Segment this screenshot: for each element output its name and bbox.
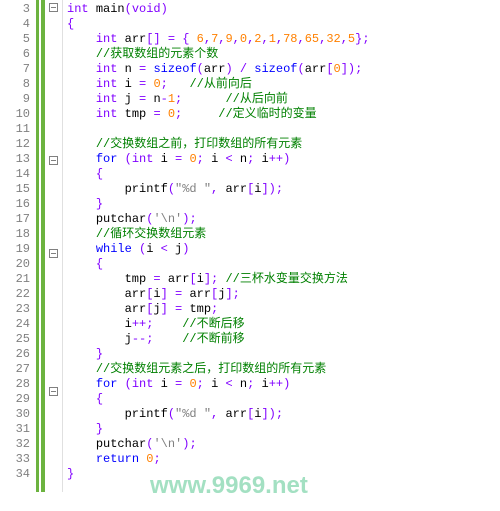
code-line[interactable]: tmp = arr[i]; //三杯水变量交换方法 — [67, 272, 496, 287]
fold-toggle-icon[interactable] — [49, 3, 58, 12]
code-line[interactable]: j--; //不断前移 — [67, 332, 496, 347]
line-number: 31 — [0, 422, 30, 437]
line-number: 6 — [0, 47, 30, 62]
code-line[interactable]: { — [67, 167, 496, 182]
code-line[interactable]: //交换数组之前，打印数组的所有元素 — [67, 137, 496, 152]
line-number: 10 — [0, 107, 30, 122]
line-number: 24 — [0, 317, 30, 332]
line-number: 4 — [0, 17, 30, 32]
code-line[interactable]: } — [67, 197, 496, 212]
line-number: 5 — [0, 32, 30, 47]
fold-toggle-icon[interactable] — [49, 387, 58, 396]
code-line[interactable]: printf("%d ", arr[i]); — [67, 407, 496, 422]
code-line[interactable]: int tmp = 0; //定义临时的变量 — [67, 107, 496, 122]
code-line[interactable]: int main(void) — [67, 2, 496, 17]
code-line[interactable]: arr[i] = arr[j]; — [67, 287, 496, 302]
code-line[interactable]: arr[j] = tmp; — [67, 302, 496, 317]
code-line[interactable]: putchar('\n'); — [67, 212, 496, 227]
line-number: 12 — [0, 137, 30, 152]
line-number: 29 — [0, 392, 30, 407]
line-number-gutter: 3456789101112131415161718192021222324252… — [0, 0, 36, 492]
code-editor: 3456789101112131415161718192021222324252… — [0, 0, 500, 492]
code-line[interactable]: while (i < j) — [67, 242, 496, 257]
code-line[interactable] — [67, 122, 496, 137]
code-line[interactable]: putchar('\n'); — [67, 437, 496, 452]
line-number: 25 — [0, 332, 30, 347]
code-line[interactable]: int n = sizeof(arr) / sizeof(arr[0]); — [67, 62, 496, 77]
code-line[interactable]: { — [67, 392, 496, 407]
line-number: 27 — [0, 362, 30, 377]
code-line[interactable]: for (int i = 0; i < n; i++) — [67, 377, 496, 392]
line-number: 9 — [0, 92, 30, 107]
code-line[interactable]: } — [67, 422, 496, 437]
line-number: 30 — [0, 407, 30, 422]
code-area[interactable]: int main(void){ int arr[] = { 6,7,9,0,2,… — [63, 0, 500, 492]
line-number: 13 — [0, 152, 30, 167]
line-number: 3 — [0, 2, 30, 17]
line-number: 15 — [0, 182, 30, 197]
line-number: 17 — [0, 212, 30, 227]
code-line[interactable]: return 0; — [67, 452, 496, 467]
change-bar — [36, 0, 39, 492]
line-number: 19 — [0, 242, 30, 257]
code-line[interactable]: } — [67, 467, 496, 482]
code-line[interactable]: for (int i = 0; i < n; i++) — [67, 152, 496, 167]
code-line[interactable]: } — [67, 347, 496, 362]
line-number: 11 — [0, 122, 30, 137]
line-number: 16 — [0, 197, 30, 212]
line-number: 22 — [0, 287, 30, 302]
line-number: 32 — [0, 437, 30, 452]
line-number: 7 — [0, 62, 30, 77]
code-line[interactable]: { — [67, 257, 496, 272]
line-number: 20 — [0, 257, 30, 272]
code-line[interactable]: //获取数组的元素个数 — [67, 47, 496, 62]
fold-column — [45, 0, 63, 492]
code-line[interactable]: printf("%d ", arr[i]); — [67, 182, 496, 197]
line-number: 33 — [0, 452, 30, 467]
line-number: 23 — [0, 302, 30, 317]
line-number: 18 — [0, 227, 30, 242]
code-line[interactable]: { — [67, 17, 496, 32]
line-number: 14 — [0, 167, 30, 182]
code-line[interactable]: //循环交换数组元素 — [67, 227, 496, 242]
line-number: 34 — [0, 467, 30, 482]
line-number: 8 — [0, 77, 30, 92]
code-line[interactable]: int j = n-1; //从后向前 — [67, 92, 496, 107]
line-number: 21 — [0, 272, 30, 287]
fold-toggle-icon[interactable] — [49, 156, 58, 165]
line-number: 28 — [0, 377, 30, 392]
code-line[interactable]: //交换数组元素之后，打印数组的所有元素 — [67, 362, 496, 377]
line-number: 26 — [0, 347, 30, 362]
code-line[interactable]: int arr[] = { 6,7,9,0,2,1,78,65,32,5}; — [67, 32, 496, 47]
fold-toggle-icon[interactable] — [49, 249, 58, 258]
code-line[interactable]: i++; //不断后移 — [67, 317, 496, 332]
code-line[interactable]: int i = 0; //从前向后 — [67, 77, 496, 92]
